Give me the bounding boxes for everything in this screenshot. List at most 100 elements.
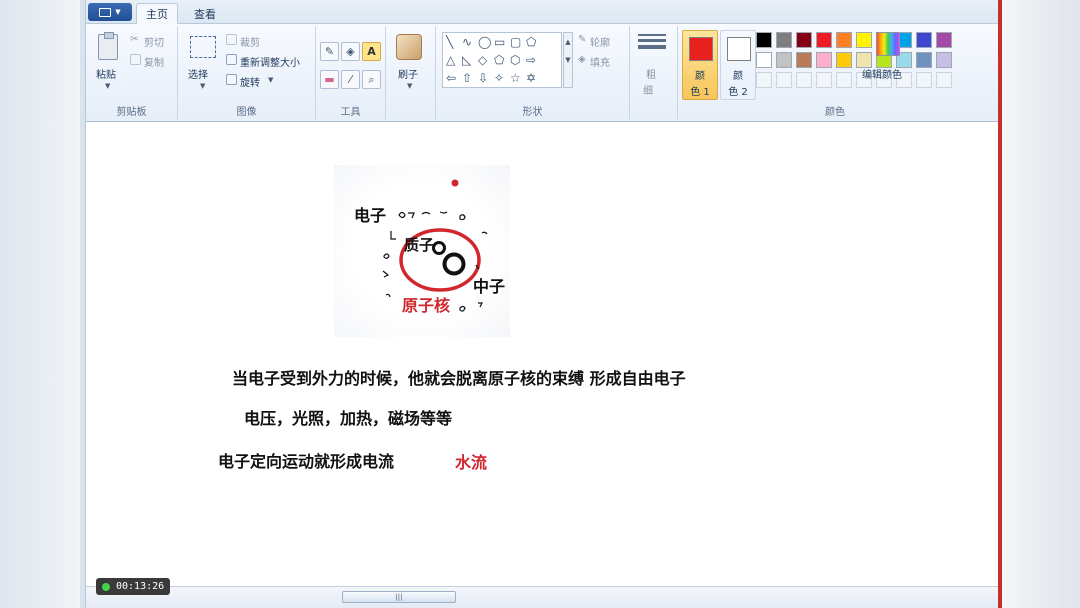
five-point-star-icon[interactable]: ☆ [510, 72, 521, 84]
shapes-gallery[interactable]: ╲ ∿ ◯ ▭ ▢ ⬠ △ ◺ ◇ ⬠ ⬡ ⇨ ⇦ ⇧ ⇩ ✧ ☆ ✡ [442, 32, 562, 88]
color2-label-a: 颜 [733, 71, 743, 82]
group-shapes: ╲ ∿ ◯ ▭ ▢ ⬠ △ ◺ ◇ ⬠ ⬡ ⇨ ⇦ ⇧ ⇩ ✧ ☆ ✡ ▲ ▼ … [436, 26, 630, 120]
select-dropdown-icon[interactable]: ▼ [200, 82, 205, 90]
canvas-text-water-flow: 水流 [455, 453, 488, 472]
palette-custom-slot[interactable] [936, 72, 952, 88]
select-icon[interactable] [190, 36, 216, 58]
drawing-canvas[interactable]: 电子 质子 中子 原子核 当电子受到外力的时候，他就会脱离原子核的束缚 形成自由… [86, 123, 998, 573]
size-icon[interactable] [638, 34, 666, 52]
palette-custom-slot[interactable] [756, 72, 772, 88]
four-point-star-icon[interactable]: ✧ [494, 72, 504, 84]
tab-view[interactable]: 查看 [184, 3, 226, 24]
eraser-icon[interactable]: ▬ [320, 70, 339, 89]
copy-button[interactable]: 复制 [144, 54, 164, 69]
palette-custom-slot[interactable] [836, 72, 852, 88]
text-tool-icon[interactable]: A [362, 42, 381, 61]
paste-button[interactable]: 粘贴 [96, 66, 116, 81]
brushes-dropdown-icon[interactable]: ▼ [407, 82, 412, 90]
group-clipboard: 粘贴 ▼ ✂ 剪切 复制 剪贴板 [86, 26, 178, 120]
right-arrow-shape-icon[interactable]: ⇨ [526, 54, 536, 66]
rounded-rect-shape-icon[interactable]: ▢ [510, 36, 521, 48]
palette-custom-slot[interactable] [916, 72, 932, 88]
color1-label-b: 色 1 [690, 87, 710, 98]
group-image: 选择 ▼ 裁剪 重新调整大小 旋转 ▼ 图像 [178, 26, 316, 120]
right-triangle-shape-icon[interactable]: ◺ [462, 54, 471, 66]
brushes-button[interactable]: 刷子 [398, 66, 418, 81]
down-arrow-shape-icon[interactable]: ⇩ [478, 72, 488, 84]
palette-color-swatch[interactable] [936, 52, 952, 68]
palette-color-swatch[interactable] [936, 32, 952, 48]
palette-color-swatch[interactable] [816, 32, 832, 48]
oval-shape-icon[interactable]: ◯ [478, 36, 491, 48]
tab-home[interactable]: 主页 [136, 3, 178, 24]
palette-color-swatch[interactable] [856, 32, 872, 48]
select-button[interactable]: 选择 [188, 66, 208, 81]
scrollbar-thumb[interactable]: ||| [342, 591, 456, 603]
file-menu-button[interactable]: ▼ [88, 3, 132, 21]
resize-button[interactable]: 重新调整大小 [240, 54, 300, 69]
color2-button[interactable]: 颜 色 2 [720, 30, 756, 100]
palette-color-swatch[interactable] [836, 52, 852, 68]
polygon-shape-icon[interactable]: ⬠ [526, 36, 536, 48]
group-label-image: 图像 [236, 107, 257, 118]
chevron-down-icon: ▼ [115, 8, 121, 16]
palette-color-swatch[interactable] [756, 32, 772, 48]
palette-color-swatch[interactable] [756, 52, 772, 68]
shapes-scroll-button[interactable]: ▲ ▼ [563, 32, 573, 88]
size-label-thick[interactable]: 粗 [646, 66, 656, 81]
color-picker-icon[interactable]: ⁄ [341, 70, 360, 89]
hexagon-shape-icon[interactable]: ⬡ [510, 54, 520, 66]
palette-color-swatch[interactable] [836, 32, 852, 48]
left-arrow-shape-icon[interactable]: ⇦ [446, 72, 456, 84]
edit-colors-icon [876, 32, 900, 56]
crop-button[interactable]: 裁剪 [240, 34, 260, 49]
up-arrow-shape-icon[interactable]: ⇧ [462, 72, 472, 84]
triangle-shape-icon[interactable]: △ [446, 54, 455, 66]
palette-custom-slot[interactable] [796, 72, 812, 88]
line-shape-icon[interactable]: ╲ [446, 36, 453, 48]
fill-bucket-icon[interactable]: ◈ [341, 42, 360, 61]
palette-color-swatch[interactable] [916, 32, 932, 48]
group-label-shapes: 形状 [522, 107, 543, 118]
edit-colors-button[interactable]: 编辑颜色 [862, 32, 904, 102]
timer-text: 00:13:26 [116, 581, 165, 592]
brush-icon[interactable] [396, 34, 422, 60]
group-size: 粗 细 [630, 26, 678, 120]
paste-dropdown-icon[interactable]: ▼ [105, 82, 110, 90]
curve-shape-icon[interactable]: ∿ [462, 36, 472, 48]
palette-custom-slot[interactable] [776, 72, 792, 88]
magnifier-icon[interactable]: ⌕ [362, 70, 381, 89]
canvas-text-line1: 当电子受到外力的时候，他就会脱离原子核的束缚 形成自由电子 [232, 369, 686, 388]
color1-button[interactable]: 颜 色 1 [682, 30, 718, 100]
scissors-icon: ✂ [130, 34, 139, 45]
record-indicator-icon [102, 582, 110, 591]
neutron-circle [442, 252, 466, 276]
size-label-thin[interactable]: 细 [643, 82, 653, 97]
horizontal-scrollbar[interactable]: ||| [86, 586, 998, 608]
rotate-button[interactable]: 旋转 [240, 74, 260, 89]
cut-button[interactable]: 剪切 [144, 34, 164, 49]
six-point-star-icon[interactable]: ✡ [526, 72, 536, 84]
ribbon-tabs: ▼ 主页 查看 [86, 0, 998, 24]
palette-color-swatch[interactable] [816, 52, 832, 68]
diamond-shape-icon[interactable]: ◇ [478, 54, 487, 66]
resize-icon [226, 54, 237, 65]
palette-custom-slot[interactable] [816, 72, 832, 88]
palette-color-swatch[interactable] [776, 32, 792, 48]
rectangle-shape-icon[interactable]: ▭ [494, 36, 505, 48]
pentagon-shape-icon[interactable]: ⬠ [494, 54, 504, 66]
pencil-icon[interactable]: ✎ [320, 42, 339, 61]
outline-button[interactable]: 轮廓 [590, 34, 610, 49]
palette-color-swatch[interactable] [916, 52, 932, 68]
electron-label: 电子 [354, 206, 387, 225]
paint-window: ▼ 主页 查看 粘贴 ▼ ✂ 剪切 复制 剪贴板 选择 ▼ 裁剪 重新调整大小 … [86, 0, 998, 608]
palette-color-swatch[interactable] [776, 52, 792, 68]
fill-button[interactable]: 填充 [590, 54, 610, 69]
palette-color-swatch[interactable] [796, 32, 812, 48]
group-label-clipboard: 剪贴板 [116, 107, 147, 118]
palette-color-swatch[interactable] [796, 52, 812, 68]
proton-label: 质子 [404, 236, 435, 254]
rotate-dropdown-icon[interactable]: ▼ [268, 76, 273, 84]
paste-icon[interactable] [98, 32, 118, 60]
group-brushes: 刷子 ▼ [386, 26, 436, 120]
